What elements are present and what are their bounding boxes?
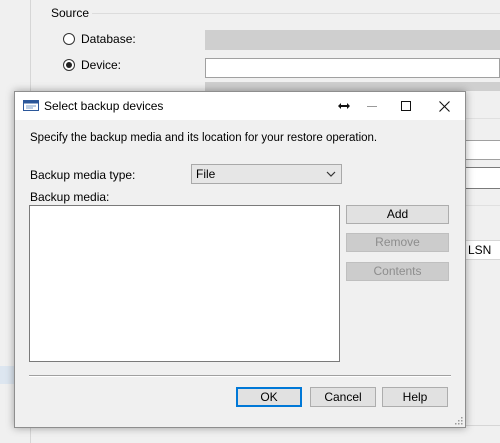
- device-radio-circle[interactable]: [63, 59, 75, 71]
- source-group-line: [92, 13, 500, 14]
- ok-button[interactable]: OK: [236, 387, 302, 407]
- backup-media-label: Backup media:: [30, 190, 110, 204]
- remove-button[interactable]: Remove: [346, 233, 449, 252]
- backup-media-type-value: File: [196, 167, 216, 181]
- resize-grip-icon[interactable]: [453, 415, 463, 425]
- dialog-titlebar[interactable]: Select backup devices: [15, 92, 465, 120]
- contents-button[interactable]: Contents: [346, 262, 449, 281]
- device-radio[interactable]: Device:: [63, 58, 121, 72]
- database-radio-label: Database:: [81, 32, 136, 46]
- select-backup-devices-dialog: Select backup devices Specify the backup…: [14, 91, 466, 428]
- cancel-button[interactable]: Cancel: [310, 387, 376, 407]
- backup-media-list[interactable]: [29, 205, 340, 362]
- database-radio-circle[interactable]: [63, 33, 75, 45]
- bg-timeline-box[interactable]: [462, 167, 500, 189]
- device-path-field[interactable]: [205, 58, 500, 78]
- maximize-icon[interactable]: [389, 92, 423, 120]
- chevron-down-icon: [326, 171, 336, 177]
- database-dropdown[interactable]: [205, 30, 500, 50]
- backup-media-type-label: Backup media type:: [30, 168, 136, 182]
- device-radio-label: Device:: [81, 58, 122, 72]
- help-button[interactable]: Help: [382, 387, 448, 407]
- database-radio[interactable]: Database:: [63, 32, 136, 46]
- device-database-dropdown[interactable]: [205, 82, 500, 91]
- close-icon[interactable]: [423, 92, 465, 120]
- bg-separator: [462, 118, 500, 119]
- source-group-legend: Source: [51, 6, 90, 20]
- bg-separator-2: [462, 205, 500, 206]
- resize-arrows-icon[interactable]: [333, 92, 355, 120]
- bg-field-restore-to[interactable]: [462, 140, 500, 160]
- backup-media-type-select[interactable]: File: [191, 164, 342, 184]
- footer-separator: [29, 375, 451, 376]
- dialog-description: Specify the backup media and its locatio…: [30, 132, 378, 144]
- app-window-icon: [23, 100, 39, 111]
- minimize-icon[interactable]: [355, 92, 389, 120]
- lsn-column-header[interactable]: LSN: [462, 240, 500, 260]
- dialog-title: Select backup devices: [44, 99, 164, 113]
- add-button[interactable]: Add: [346, 205, 449, 224]
